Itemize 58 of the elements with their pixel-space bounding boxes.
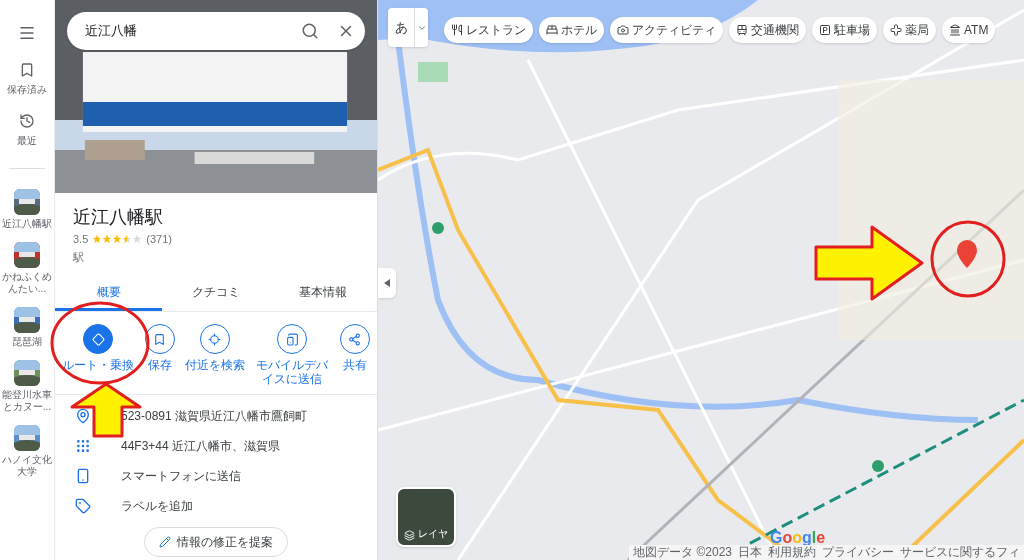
action-button[interactable]: 付近を検索 — [184, 324, 245, 372]
recent-place-label: 琵琶湖 — [11, 336, 43, 348]
restaurant-icon — [451, 24, 463, 36]
rail-item[interactable]: 最近 — [17, 113, 37, 148]
info-row[interactable]: スマートフォンに送信 — [55, 461, 377, 491]
recent-place-label: 近江八幡駅 — [1, 218, 53, 230]
tab[interactable]: クチコミ — [162, 275, 270, 311]
rail-item[interactable]: 保存済み — [7, 62, 47, 97]
footer-link[interactable]: 利用規約 — [768, 545, 816, 560]
share-icon — [348, 332, 362, 346]
rating-value: 3.5 — [73, 232, 89, 247]
collapse-panel-button[interactable] — [378, 268, 396, 298]
bookmark-icon — [19, 62, 35, 78]
recent-place[interactable]: 琵琶湖 — [1, 307, 53, 348]
pin-icon — [75, 408, 91, 424]
category-chip[interactable]: ホテル — [539, 17, 604, 43]
transit-icon — [736, 24, 748, 36]
tab[interactable]: 概要 — [55, 275, 163, 311]
category-chip[interactable]: レストラン — [444, 17, 533, 43]
action-button[interactable]: モバイルデバイスに送信 — [255, 324, 330, 386]
input-mode-button[interactable]: あ — [388, 8, 428, 47]
star-icon — [122, 234, 133, 245]
category-chip[interactable]: ATM — [942, 17, 996, 43]
pharmacy-icon — [890, 24, 902, 36]
review-count[interactable]: (371) — [146, 231, 172, 248]
info-row[interactable]: ラベルを追加 — [55, 491, 377, 521]
star-icon — [132, 234, 143, 245]
history-icon — [19, 113, 35, 129]
recent-place-label: 能登川水車とカヌー... — [1, 389, 53, 413]
star-icon — [112, 234, 123, 245]
footer-link[interactable]: 日本 — [738, 545, 762, 560]
place-category: 駅 — [73, 249, 85, 265]
category-chip[interactable]: 駐車場 — [812, 17, 877, 43]
layers-icon — [404, 530, 415, 541]
footer-link[interactable]: プライバシー — [822, 545, 894, 560]
caret-icon — [384, 279, 390, 287]
dots-icon — [75, 438, 91, 454]
star-icon — [92, 234, 103, 245]
pencil-icon — [159, 536, 171, 548]
layers-button[interactable]: レイヤ — [396, 487, 456, 547]
recent-place[interactable]: かねふくめんたい... — [1, 242, 53, 295]
footer-link[interactable]: サービスに関するフィ — [900, 545, 1020, 560]
menu-icon — [18, 24, 36, 42]
tab[interactable]: 基本情報 — [269, 275, 377, 311]
star-icon — [102, 234, 113, 245]
category-chip[interactable]: 交通機関 — [729, 17, 806, 43]
tag-icon — [75, 498, 91, 514]
category-chip[interactable]: 薬局 — [883, 17, 936, 43]
recent-place-label: かねふくめんたい... — [1, 271, 53, 295]
place-title: 近江八幡駅 — [73, 206, 164, 229]
category-chip[interactable]: アクティビティ — [610, 17, 723, 43]
parking-icon — [819, 24, 831, 36]
recent-place-label: ハノイ文化大学 — [1, 454, 53, 478]
recent-place[interactable]: ハノイ文化大学 — [1, 425, 53, 478]
recent-place[interactable]: 能登川水車とカヌー... — [1, 360, 53, 413]
save-icon — [153, 332, 167, 346]
recent-place[interactable]: 近江八幡駅 — [1, 189, 53, 230]
phone-icon — [75, 468, 91, 484]
